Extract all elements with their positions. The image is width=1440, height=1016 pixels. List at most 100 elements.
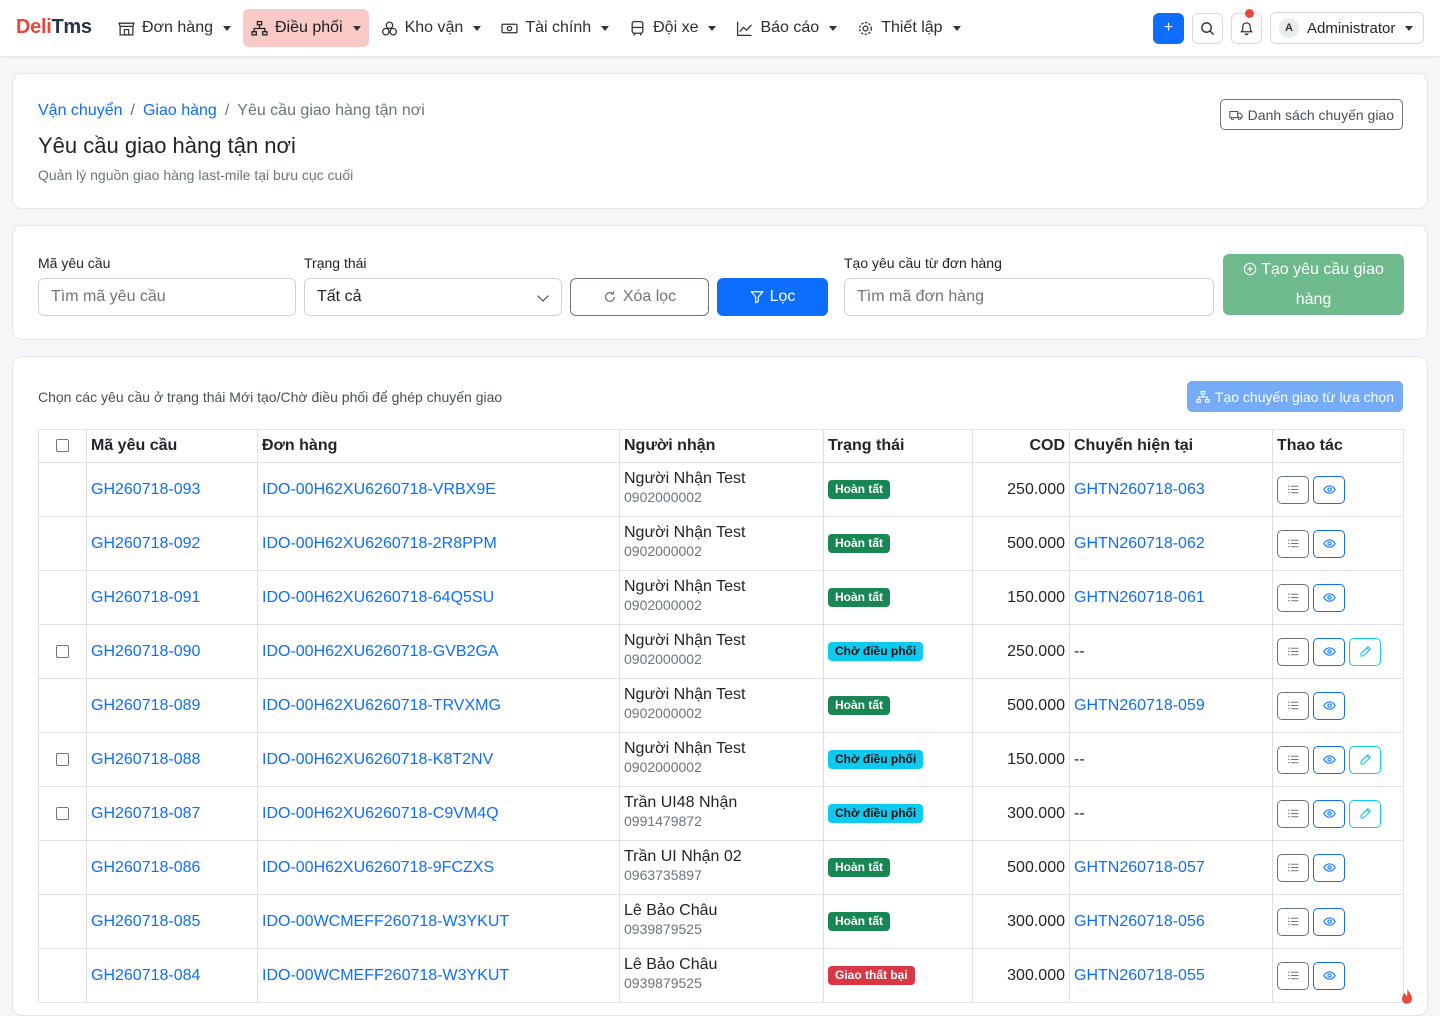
- nav-item-label: Thiết lập: [881, 19, 943, 36]
- order-code-link[interactable]: IDO-00WCMEFF260718-W3YKUT: [262, 913, 509, 930]
- user-menu[interactable]: A Administrator: [1270, 12, 1424, 44]
- history-button[interactable]: [1277, 691, 1309, 720]
- col-status[interactable]: Trạng thái: [823, 429, 973, 463]
- transfer-list-button[interactable]: Danh sách chuyến giao: [1219, 99, 1403, 130]
- notifications-button[interactable]: [1231, 8, 1262, 44]
- request-code-link[interactable]: GH260718-086: [91, 859, 200, 876]
- recipient-cell: Người Nhận Test 0902000002: [619, 678, 824, 733]
- order-code-link[interactable]: IDO-00H62XU6260718-9FCZXS: [262, 859, 494, 876]
- order-code-link[interactable]: IDO-00H62XU6260718-64Q5SU: [262, 589, 494, 606]
- nav-item-5[interactable]: Báo cáo: [728, 9, 845, 47]
- current-trip-link[interactable]: GHTN260718-061: [1074, 589, 1205, 606]
- order-code-link[interactable]: IDO-00H62XU6260718-VRBX9E: [262, 481, 496, 498]
- order-code-link[interactable]: IDO-00WCMEFF260718-W3YKUT: [262, 967, 509, 984]
- breadcrumb-link-delivery[interactable]: Giao hàng: [143, 102, 217, 119]
- col-order[interactable]: Đơn hàng: [257, 429, 620, 463]
- order-code-link[interactable]: IDO-00H62XU6260718-GVB2GA: [262, 643, 499, 660]
- view-button[interactable]: [1313, 691, 1345, 720]
- table-row[interactable]: GH260718-088 IDO-00H62XU6260718-K8T2NV Ngư…: [38, 732, 1404, 787]
- history-button[interactable]: [1277, 475, 1309, 504]
- current-trip-link[interactable]: GHTN260718-059: [1074, 697, 1205, 714]
- table-row[interactable]: GH260718-084 IDO-00WCMEFF260718-W3YKUT Lê …: [38, 948, 1404, 1003]
- create-trip-button[interactable]: Tạo chuyến giao từ lựa chọn: [1186, 381, 1403, 412]
- table-row[interactable]: GH260718-089 IDO-00H62XU6260718-TRVXMG Ngư…: [38, 678, 1404, 733]
- request-code-link[interactable]: GH260718-087: [91, 805, 200, 822]
- table-row[interactable]: GH260718-086 IDO-00H62XU6260718-9FCZXS Trầ…: [38, 840, 1404, 895]
- current-trip-link[interactable]: GHTN260718-062: [1074, 535, 1205, 552]
- request-code-link[interactable]: GH260718-084: [91, 967, 200, 984]
- history-button[interactable]: [1277, 529, 1309, 558]
- request-code-link[interactable]: GH260718-088: [91, 751, 200, 768]
- nav-item-4[interactable]: Đội xe: [621, 9, 724, 47]
- col-cod[interactable]: COD: [972, 429, 1070, 463]
- table-row[interactable]: GH260718-087 IDO-00H62XU6260718-C9VM4Q Trầ…: [38, 786, 1404, 841]
- order-code-link[interactable]: IDO-00H62XU6260718-K8T2NV: [262, 751, 493, 768]
- history-button[interactable]: [1277, 799, 1309, 828]
- history-button[interactable]: [1277, 745, 1309, 774]
- request-code-link[interactable]: GH260718-090: [91, 643, 200, 660]
- nav-item-1[interactable]: Điều phối: [242, 9, 369, 47]
- breadcrumb-link-transport[interactable]: Vận chuyển: [38, 102, 123, 119]
- table-row[interactable]: GH260718-090 IDO-00H62XU6260718-GVB2GA Ngư…: [38, 624, 1404, 679]
- history-button[interactable]: [1277, 637, 1309, 666]
- search-button[interactable]: [1192, 12, 1223, 44]
- row-checkbox[interactable]: [56, 806, 69, 820]
- clear-filter-button[interactable]: Xóa lọc: [570, 278, 709, 316]
- current-trip-link[interactable]: GHTN260718-057: [1074, 859, 1205, 876]
- view-button[interactable]: [1313, 637, 1345, 666]
- recipient-cell: Trần UI48 Nhận 0991479872: [619, 786, 824, 841]
- boxes-icon: [381, 20, 398, 37]
- code-search-input[interactable]: Tìm mã yêu cầu: [38, 278, 296, 316]
- request-code-link[interactable]: GH260718-093: [91, 481, 200, 498]
- order-code-link[interactable]: IDO-00H62XU6260718-C9VM4Q: [262, 805, 499, 822]
- request-code-link[interactable]: GH260718-085: [91, 913, 200, 930]
- brand-logo[interactable]: DeliTms: [16, 16, 92, 39]
- col-code[interactable]: Mã yêu cầu: [86, 429, 258, 463]
- plus-icon: +: [1163, 19, 1174, 36]
- history-button[interactable]: [1277, 583, 1309, 612]
- view-button[interactable]: [1313, 907, 1345, 936]
- create-request-button[interactable]: Tạo yêu cầu giao hàng: [1223, 254, 1404, 315]
- row-checkbox[interactable]: [56, 752, 69, 766]
- col-recipient[interactable]: Người nhận: [619, 429, 824, 463]
- select-all-checkbox[interactable]: [56, 439, 69, 453]
- order-search-input[interactable]: Tìm mã đơn hàng: [844, 278, 1214, 316]
- view-button[interactable]: [1313, 745, 1345, 774]
- edit-button[interactable]: [1349, 745, 1381, 774]
- history-button[interactable]: [1277, 853, 1309, 882]
- current-trip-link[interactable]: GHTN260718-055: [1074, 967, 1205, 984]
- nav-item-3[interactable]: Tài chính: [493, 9, 617, 47]
- order-code-link[interactable]: IDO-00H62XU6260718-TRVXMG: [262, 697, 501, 714]
- order-code-link[interactable]: IDO-00H62XU6260718-2R8PPM: [262, 535, 497, 552]
- view-button[interactable]: [1313, 475, 1345, 504]
- table-row[interactable]: GH260718-085 IDO-00WCMEFF260718-W3YKUT Lê …: [38, 894, 1404, 949]
- request-code-link[interactable]: GH260718-092: [91, 535, 200, 552]
- nav-item-2[interactable]: Kho vận: [373, 9, 490, 47]
- history-button[interactable]: [1277, 961, 1309, 990]
- request-code-link[interactable]: GH260718-091: [91, 589, 200, 606]
- nav-item-label: Kho vận: [404, 19, 464, 36]
- request-code-link[interactable]: GH260718-089: [91, 697, 200, 714]
- apply-filter-button[interactable]: Lọc: [717, 278, 828, 316]
- view-button[interactable]: [1313, 961, 1345, 990]
- current-trip-link[interactable]: GHTN260718-063: [1074, 481, 1205, 498]
- row-checkbox[interactable]: [56, 644, 69, 658]
- nav-item-0[interactable]: Đơn hàng: [110, 9, 239, 47]
- history-button[interactable]: [1277, 907, 1309, 936]
- quick-add-button[interactable]: +: [1153, 12, 1184, 44]
- current-trip-link[interactable]: GHTN260718-056: [1074, 913, 1205, 930]
- edit-button[interactable]: [1349, 637, 1381, 666]
- nav-item-6[interactable]: Thiết lập: [849, 9, 968, 47]
- status-select[interactable]: Tất cả: [304, 278, 562, 316]
- flame-icon[interactable]: [1397, 987, 1417, 1007]
- view-button[interactable]: [1313, 799, 1345, 828]
- table-row[interactable]: GH260718-091 IDO-00H62XU6260718-64Q5SU Ngư…: [38, 570, 1404, 625]
- table-row[interactable]: GH260718-092 IDO-00H62XU6260718-2R8PPM Ngư…: [38, 516, 1404, 571]
- view-button[interactable]: [1313, 583, 1345, 612]
- table-row[interactable]: GH260718-093 IDO-00H62XU6260718-VRBX9E Ngư…: [38, 462, 1404, 517]
- nav-item-label: Báo cáo: [760, 19, 820, 36]
- view-button[interactable]: [1313, 529, 1345, 558]
- view-button[interactable]: [1313, 853, 1345, 882]
- col-current-trip[interactable]: Chuyến hiện tại: [1069, 429, 1273, 463]
- edit-button[interactable]: [1349, 799, 1381, 828]
